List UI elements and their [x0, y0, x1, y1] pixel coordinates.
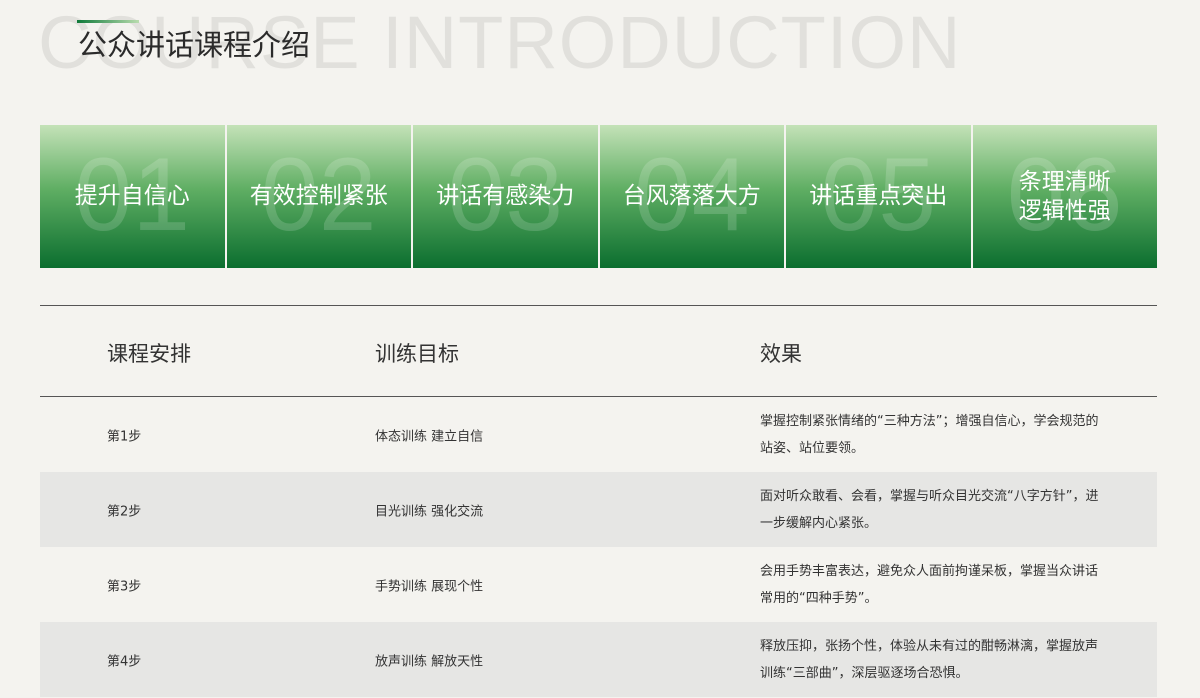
effect-cell: 释放压抑，张扬个性，体验从未有过的酣畅淋漓，掌握放声训练“三部曲”，深层驱逐场合…	[760, 638, 1099, 681]
feature-card-2: 02 有效控制紧张	[226, 125, 411, 268]
column-header-schedule: 课程安排	[107, 342, 191, 366]
effect-cell: 会用手势丰富表达，避免众人面前拘谨呆板，掌握当众讲话常用的“四种手势”。	[760, 563, 1099, 606]
column-header-effect: 效果	[760, 342, 802, 366]
step-cell: 第1步	[107, 429, 142, 444]
table-row: 第1步 体态训练 建立自信 掌握控制紧张情绪的“三种方法”；增强自信心，学会规范…	[40, 397, 1157, 472]
title-accent-bar	[77, 20, 139, 23]
goal-cell: 体态训练 建立自信	[375, 429, 484, 444]
goal-cell: 目光训练 强化交流	[375, 504, 484, 519]
column-header-goal: 训练目标	[375, 342, 459, 366]
course-table: 课程安排 训练目标 效果 第1步 体态训练 建立自信 掌握控制紧张情绪的“三种方…	[40, 305, 1157, 697]
card-label: 提升自信心	[74, 183, 190, 210]
feature-card-1: 01 提升自信心	[40, 125, 225, 268]
goal-cell: 放声训练 解放天性	[375, 654, 484, 669]
effect-cell: 掌握控制紧张情绪的“三种方法”；增强自信心，学会规范的站姿、站位要领。	[760, 413, 1099, 456]
table-row: 第2步 目光训练 强化交流 面对听众敢看、会看，掌握与听众目光交流“八字方针”，…	[40, 472, 1157, 547]
page-title: 公众讲话课程介绍	[78, 28, 311, 62]
card-label: 有效控制紧张	[249, 183, 388, 210]
card-label: 讲话重点突出	[809, 183, 948, 210]
feature-card-5: 05 讲话重点突出	[786, 125, 971, 268]
step-cell: 第3步	[107, 579, 142, 594]
card-label: 台风落落大方	[622, 183, 761, 210]
feature-card-6: 06 条理清晰 逻辑性强	[972, 125, 1157, 268]
step-cell: 第2步	[107, 504, 142, 519]
feature-cards: 01 提升自信心 02 有效控制紧张 03 讲话有感染力 04 台风落落大方 0…	[40, 125, 1157, 268]
effect-cell: 面对听众敢看、会看，掌握与听众目光交流“八字方针”，进一步缓解内心紧张。	[760, 488, 1099, 531]
feature-card-3: 03 讲话有感染力	[413, 125, 598, 268]
table-header: 课程安排 训练目标 效果	[40, 306, 1157, 397]
table-row: 第4步 放声训练 解放天性 释放压抑，张扬个性，体验从未有过的酣畅淋漓，掌握放声…	[40, 622, 1157, 697]
goal-cell: 手势训练 展现个性	[375, 579, 484, 594]
step-cell: 第4步	[107, 654, 142, 669]
table-row: 第3步 手势训练 展现个性 会用手势丰富表达，避免众人面前拘谨呆板，掌握当众讲话…	[40, 547, 1157, 622]
feature-card-4: 04 台风落落大方	[599, 125, 784, 268]
card-label: 讲话有感染力	[436, 183, 575, 210]
card-label: 条理清晰 逻辑性强	[1018, 168, 1111, 224]
